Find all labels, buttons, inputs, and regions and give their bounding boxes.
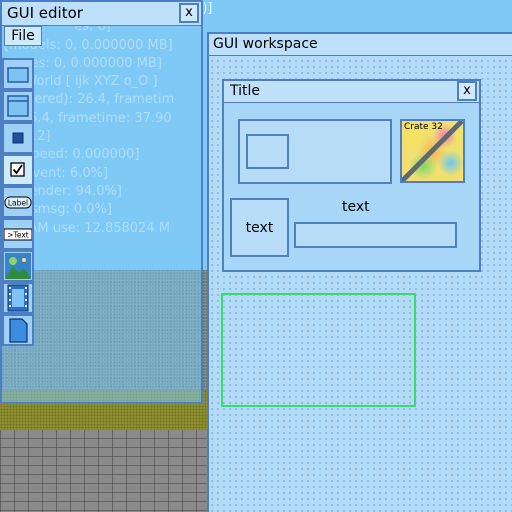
crate-label: Crate 32 — [404, 122, 443, 132]
textbox-icon: >Text — [3, 228, 33, 241]
film-icon — [7, 284, 29, 312]
label-icon: Label — [4, 196, 32, 209]
label-tool-button[interactable]: Label — [2, 186, 34, 218]
window-icon — [7, 67, 29, 83]
gui-editor-panel[interactable]: GUI editor x File Label >Text — [0, 0, 203, 404]
static-text-label: text — [342, 199, 370, 215]
edit-box-widget[interactable] — [294, 222, 457, 248]
textbox-tool-text: >Text — [7, 231, 29, 240]
image-icon — [5, 253, 31, 279]
gui-workspace-titlebar[interactable]: GUI workspace — [209, 34, 512, 56]
checkbox-icon — [10, 162, 25, 177]
window-tool-button[interactable] — [2, 58, 34, 90]
textbox-tool-button[interactable]: >Text — [2, 218, 34, 250]
button-tool-button[interactable] — [2, 122, 34, 154]
checkbox-tool-button[interactable] — [2, 154, 34, 186]
file-menu[interactable]: File — [4, 26, 42, 46]
designed-window-titlebar[interactable]: Title — [224, 81, 479, 103]
panel-icon — [7, 95, 29, 117]
designed-window-close-button[interactable]: x — [457, 81, 477, 101]
selection-rectangle[interactable] — [221, 293, 416, 407]
film-tool-button[interactable] — [2, 282, 34, 314]
text-button-widget[interactable]: text — [230, 198, 289, 257]
designed-window-title: Title — [230, 83, 261, 99]
text-button-label: text — [245, 219, 274, 236]
button-icon — [12, 132, 24, 144]
image-tool-button[interactable] — [2, 250, 34, 282]
gui-editor-titlebar[interactable]: GUI editor — [2, 2, 201, 26]
gui-workspace-title: GUI workspace — [213, 36, 318, 52]
crate-image-widget[interactable]: Crate 32 — [400, 119, 465, 183]
gui-editor-close-button[interactable]: x — [179, 3, 199, 23]
panel-tool-button[interactable] — [2, 90, 34, 122]
gui-editor-title: GUI editor — [7, 4, 83, 22]
label-tool-text: Label — [8, 199, 28, 208]
page-tool-button[interactable] — [2, 314, 34, 346]
button-widget[interactable] — [246, 134, 289, 169]
page-icon — [9, 318, 28, 343]
